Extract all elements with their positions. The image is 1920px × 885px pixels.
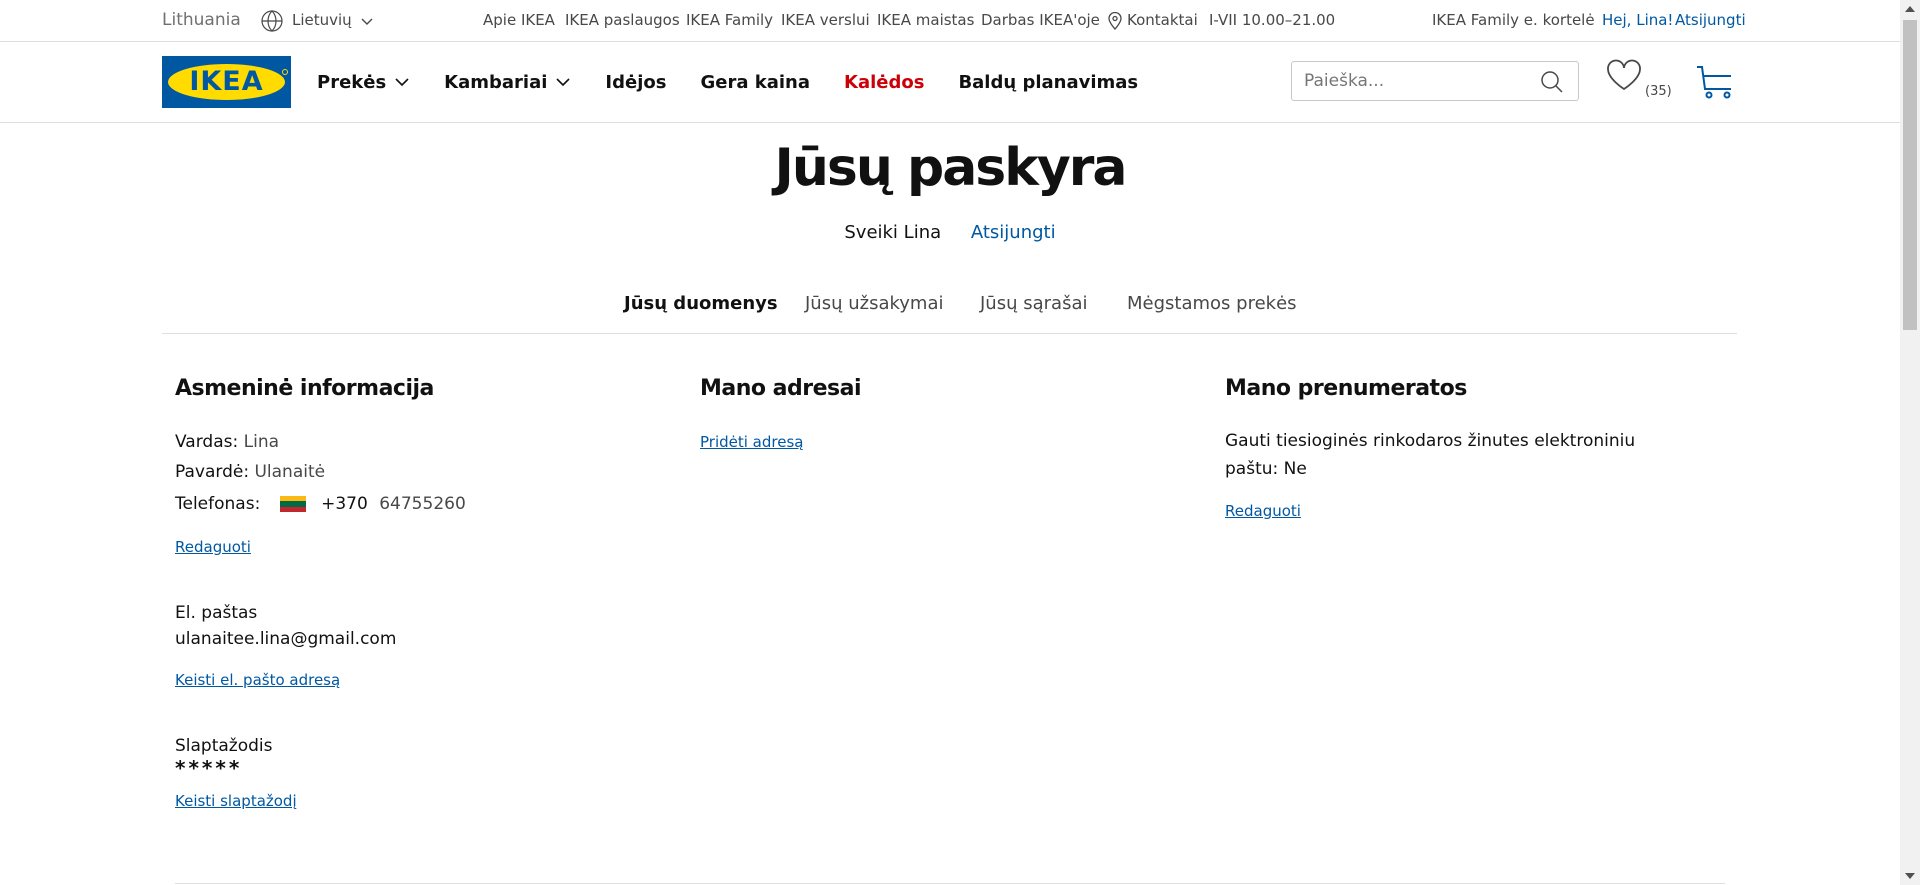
nav-christmas[interactable]: Kalėdos [844,72,924,93]
first-name-value: Lina [243,432,280,452]
password-label: Slaptažodis [175,736,273,756]
user-greeting[interactable]: Hej, Lina! [1602,0,1673,41]
phone-number: 64755260 [379,494,466,514]
email-value: ulanaitee.lina@gmail.com [175,629,397,649]
search-icon[interactable] [1540,70,1564,94]
phone-label: Telefonas: [175,494,261,514]
utility-bar: Lithuania Lietuvių Apie IKEA IKEA paslau… [0,0,1900,42]
language-label: Lietuvių [292,11,352,29]
wishlist-count: (35) [1645,84,1672,99]
scroll-down-arrow-icon[interactable] [1905,873,1915,879]
nav-rooms[interactable]: Kambariai [444,72,571,93]
phone-code: +370 [321,494,368,514]
first-name-label: Vardas: [175,432,239,452]
link-food[interactable]: IKEA maistas [877,0,974,41]
marketing-consent-value: Ne [1283,459,1307,479]
scrollbar-thumb[interactable] [1903,20,1917,330]
tab-your-data[interactable]: Jūsų duomenys [624,293,778,314]
first-name-row: Vardas: Lina [175,427,675,457]
lithuania-flag-icon [279,495,306,513]
change-email-link[interactable]: Keisti el. pašto adresą [175,671,340,689]
logout-link-top[interactable]: Atsijungti [1675,0,1746,41]
ikea-logo[interactable]: IKEA [162,56,291,108]
link-business[interactable]: IKEA verslui [781,0,870,41]
opening-hours: I-VII 10.00–21.00 [1209,11,1336,29]
link-contacts[interactable]: Kontaktai [1108,0,1198,41]
scroll-up-arrow-icon[interactable] [1905,6,1915,12]
link-careers[interactable]: Darbas IKEA'oje [981,0,1100,41]
logo-text: IKEA [189,66,264,97]
contacts-label: Kontaktai [1127,11,1198,29]
edit-subscriptions-link[interactable]: Redaguoti [1225,502,1301,520]
search-input[interactable] [1292,62,1556,100]
password-mask: ***** [175,756,243,780]
page-title: Jūsų paskyra [774,138,1128,198]
addresses-heading: Mano adresai [700,376,862,401]
change-password-link[interactable]: Keisti slaptažodį [175,792,297,810]
tab-your-orders[interactable]: Jūsų užsakymai [805,293,944,314]
last-name-label: Pavardė: [175,462,250,482]
tab-your-lists[interactable]: Jūsų sąrašai [980,293,1087,314]
subscriptions-section: Mano prenumeratos Gauti tiesioginės rink… [1225,376,1645,520]
page-scrollbar[interactable] [1900,0,1920,885]
link-family-card[interactable]: IKEA Family e. kortelė [1432,0,1595,41]
nav-rooms-label: Kambariai [444,71,548,93]
last-name-value: Ulanaitė [254,462,326,482]
chevron-down-icon [361,18,373,25]
personal-info-section: Asmeninė informacija Vardas: Lina Pavard… [175,376,675,810]
wishlist-button[interactable]: (35) [1605,58,1675,108]
chevron-down-icon [395,78,409,87]
email-label: El. paštas [175,603,258,623]
last-name-row: Pavardė: Ulanaitė [175,457,675,487]
greeting-text: Sveiki Lina [844,222,942,243]
shopping-cart-icon [1697,66,1731,99]
link-ikea-family[interactable]: IKEA Family [686,0,773,41]
personal-info-heading: Asmeninė informacija [175,376,434,401]
nav-good-price[interactable]: Gera kaina [700,72,810,93]
language-selector[interactable]: Lietuvių [260,0,374,41]
bottom-divider [175,883,1725,884]
nav-products[interactable]: Prekės [317,72,410,93]
nav-products-label: Prekės [317,71,387,93]
phone-row: Telefonas: +370 64755260 [175,489,675,519]
link-about-ikea[interactable]: Apie IKEA [483,0,555,41]
tab-favourite-products[interactable]: Mėgstamos prekės [1127,293,1297,314]
edit-personal-info-link[interactable]: Redaguoti [175,538,251,556]
logo-registered-mark [282,69,288,75]
nav-ideas[interactable]: Idėjos [605,72,666,93]
nav-furniture-planning[interactable]: Baldų planavimas [958,72,1138,93]
add-address-link[interactable]: Pridėti adresą [700,433,803,451]
chevron-down-icon [556,78,570,87]
subscriptions-heading: Mano prenumeratos [1225,376,1467,401]
marketing-consent-text: Gauti tiesioginės rinkodaros žinutes ele… [1225,427,1645,483]
addresses-section: Mano adresai Pridėti adresą [700,376,1200,451]
heart-icon [1607,59,1641,91]
cart-button[interactable] [1695,64,1735,104]
main-header: IKEA Prekės Kambariai Idėjos Gera kaina … [0,42,1900,123]
logout-link[interactable]: Atsijungti [971,222,1056,243]
main-nav: Prekės Kambariai Idėjos Gera kaina Kalėd… [317,42,1172,122]
account-tabs: Jūsų duomenys Jūsų užsakymai Jūsų sąraša… [162,283,1737,334]
account-greeting: Sveiki Lina Atsijungti [0,222,1900,243]
country-label[interactable]: Lithuania [162,0,241,41]
search-box [1291,61,1579,101]
globe-icon [261,9,283,32]
location-pin-icon [1108,11,1122,30]
link-services[interactable]: IKEA paslaugos [565,0,680,41]
